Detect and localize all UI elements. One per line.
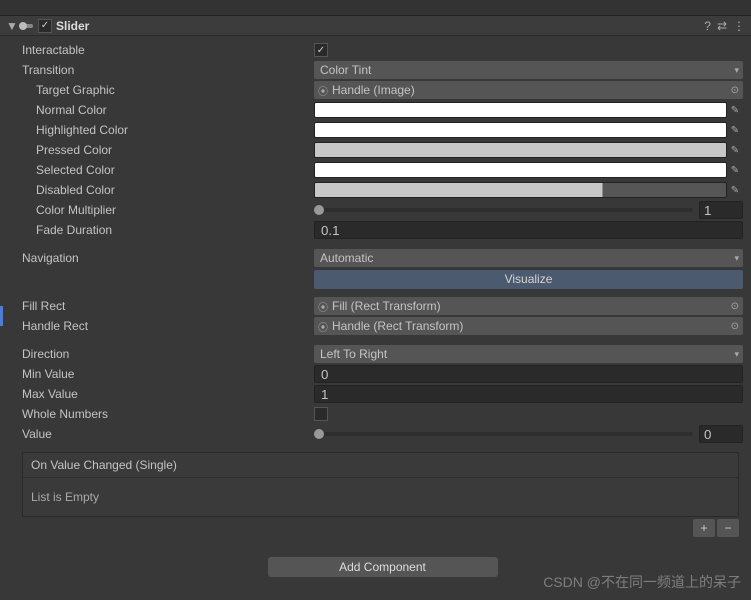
object-picker-icon[interactable]: ⊙ bbox=[731, 321, 739, 332]
navigation-dropdown[interactable]: Automatic bbox=[314, 249, 743, 267]
watermark-text: CSDN @不在同一频道上的呆子 bbox=[543, 572, 741, 592]
handle-rect-label: Handle Rect bbox=[22, 319, 314, 333]
highlighted-color-label: Highlighted Color bbox=[36, 123, 314, 137]
whole-numbers-checkbox[interactable] bbox=[314, 407, 328, 421]
fade-duration-input[interactable] bbox=[314, 221, 743, 239]
whole-numbers-label: Whole Numbers bbox=[22, 407, 314, 421]
selected-color-field[interactable] bbox=[314, 162, 727, 178]
selected-color-label: Selected Color bbox=[36, 163, 314, 177]
color-multiplier-input[interactable] bbox=[699, 201, 743, 219]
eyedropper-icon[interactable]: ✎ bbox=[727, 165, 743, 176]
eyedropper-icon[interactable]: ✎ bbox=[727, 125, 743, 136]
max-value-input[interactable] bbox=[314, 385, 743, 403]
component-title: Slider bbox=[56, 19, 704, 33]
fill-rect-field[interactable]: ⦿Fill (Rect Transform)⊙ bbox=[314, 297, 743, 315]
interactable-checkbox[interactable]: ✓ bbox=[314, 43, 328, 57]
pressed-color-field[interactable] bbox=[314, 142, 727, 158]
foldout-icon[interactable]: ▼ bbox=[6, 19, 18, 33]
object-icon: ⦿ bbox=[318, 319, 332, 334]
object-picker-icon[interactable]: ⊙ bbox=[731, 85, 739, 96]
disabled-color-label: Disabled Color bbox=[36, 183, 314, 197]
eyedropper-icon[interactable]: ✎ bbox=[727, 105, 743, 116]
object-picker-icon[interactable]: ⊙ bbox=[731, 301, 739, 312]
direction-label: Direction bbox=[22, 347, 314, 361]
interactable-label: Interactable bbox=[22, 43, 314, 57]
event-empty-text: List is Empty bbox=[23, 478, 738, 516]
normal-color-label: Normal Color bbox=[36, 103, 314, 117]
selection-indicator bbox=[0, 306, 3, 326]
pressed-color-label: Pressed Color bbox=[36, 143, 314, 157]
object-icon: ⦿ bbox=[318, 299, 332, 314]
transition-label: Transition bbox=[22, 63, 314, 77]
help-icon[interactable]: ? bbox=[704, 19, 711, 33]
remove-event-button[interactable]: − bbox=[717, 519, 739, 537]
fill-rect-label: Fill Rect bbox=[22, 299, 314, 313]
slider-handle[interactable] bbox=[314, 429, 324, 439]
target-graphic-field[interactable]: ⦿Handle (Image)⊙ bbox=[314, 81, 743, 99]
max-value-label: Max Value bbox=[22, 387, 314, 401]
color-multiplier-label: Color Multiplier bbox=[36, 203, 314, 217]
event-header: On Value Changed (Single) bbox=[23, 453, 738, 478]
fade-duration-label: Fade Duration bbox=[36, 223, 314, 237]
component-icon bbox=[18, 19, 34, 33]
object-icon: ⦿ bbox=[318, 83, 332, 98]
visualize-button[interactable]: Visualize bbox=[314, 270, 743, 289]
normal-color-field[interactable] bbox=[314, 102, 727, 118]
highlighted-color-field[interactable] bbox=[314, 122, 727, 138]
navigation-label: Navigation bbox=[22, 251, 314, 265]
component-enable-checkbox[interactable]: ✓ bbox=[38, 19, 52, 33]
value-label: Value bbox=[22, 427, 314, 441]
color-multiplier-slider[interactable] bbox=[314, 208, 693, 212]
slider-handle[interactable] bbox=[314, 205, 324, 215]
target-graphic-label: Target Graphic bbox=[36, 83, 314, 97]
top-bar bbox=[0, 0, 751, 16]
value-input[interactable] bbox=[699, 425, 743, 443]
add-event-button[interactable]: + bbox=[693, 519, 715, 537]
menu-icon[interactable]: ⋮ bbox=[733, 19, 745, 33]
handle-rect-field[interactable]: ⦿Handle (Rect Transform)⊙ bbox=[314, 317, 743, 335]
add-component-button[interactable]: Add Component bbox=[268, 557, 498, 577]
transition-dropdown[interactable]: Color Tint bbox=[314, 61, 743, 79]
component-header[interactable]: ▼ ✓ Slider ? ⇄ ⋮ bbox=[0, 16, 751, 36]
value-slider[interactable] bbox=[314, 432, 693, 436]
event-box: On Value Changed (Single) List is Empty bbox=[22, 452, 739, 517]
min-value-input[interactable] bbox=[314, 365, 743, 383]
min-value-label: Min Value bbox=[22, 367, 314, 381]
disabled-color-field[interactable] bbox=[314, 182, 727, 198]
eyedropper-icon[interactable]: ✎ bbox=[727, 185, 743, 196]
preset-icon[interactable]: ⇄ bbox=[717, 19, 727, 33]
direction-dropdown[interactable]: Left To Right bbox=[314, 345, 743, 363]
eyedropper-icon[interactable]: ✎ bbox=[727, 145, 743, 156]
